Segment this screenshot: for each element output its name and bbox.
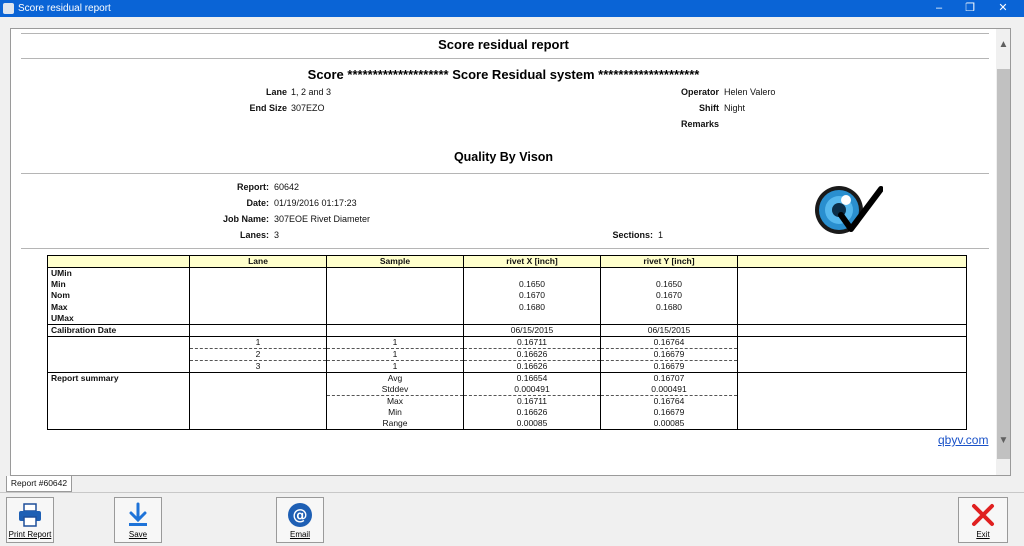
divider bbox=[21, 173, 989, 174]
table-row: UMax bbox=[47, 312, 967, 325]
summary-row: Range 0.00085 0.00085 bbox=[47, 418, 967, 431]
system-title: Score ******************** Score Residua… bbox=[307, 67, 700, 82]
measurement-table: Lane Sample rivet X [inch] rivet Y [inch… bbox=[47, 255, 967, 431]
header-rivet-y: rivet Y [inch] bbox=[600, 255, 738, 268]
email-at-icon: @ bbox=[288, 503, 312, 527]
title-bar: Score residual report – ❐ ✕ bbox=[0, 0, 1024, 17]
header-lane: Lane bbox=[189, 255, 327, 268]
summary-row: Min 0.16626 0.16679 bbox=[47, 406, 967, 419]
sections-label: Sections: bbox=[612, 230, 653, 240]
email-label: Email bbox=[289, 530, 310, 539]
job-name-value: 307EOE Rivet Diameter bbox=[274, 214, 371, 224]
exit-label: Exit bbox=[976, 530, 990, 539]
email-button[interactable]: @ Email bbox=[276, 497, 324, 543]
remarks-label: Remarks bbox=[680, 119, 719, 129]
table-row: 3 1 0.16626 0.16679 bbox=[47, 359, 967, 373]
end-size-label: End Size bbox=[249, 103, 287, 113]
table-row: 1 1 0.16711 0.16764 bbox=[47, 335, 967, 349]
calibration-row: Calibration Date 06/15/2015 06/15/2015 bbox=[47, 323, 967, 337]
header-sample: Sample bbox=[326, 255, 464, 268]
report-title: Score residual report bbox=[438, 37, 569, 52]
report-number-value: 60642 bbox=[274, 182, 300, 192]
save-label: Save bbox=[128, 530, 148, 539]
minimize-button[interactable]: – bbox=[924, 0, 954, 17]
table-row: Max 0.1680 0.1680 bbox=[47, 301, 967, 313]
divider bbox=[0, 492, 1024, 493]
tab-report[interactable]: Report #60642 bbox=[6, 476, 72, 492]
save-button[interactable]: Save bbox=[114, 497, 162, 543]
lane-value: 1, 2 and 3 bbox=[291, 87, 332, 97]
quality-eye-logo bbox=[815, 186, 883, 234]
summary-row: Max 0.16711 0.16764 bbox=[47, 394, 967, 407]
table-row: Nom 0.1670 0.1670 bbox=[47, 290, 967, 302]
printer-icon bbox=[19, 503, 41, 527]
table-header-row: Lane Sample rivet X [inch] rivet Y [inch… bbox=[47, 255, 967, 268]
report-number-label: Report: bbox=[237, 182, 269, 192]
print-report-label: Print Report bbox=[8, 530, 52, 539]
restore-button[interactable]: ❐ bbox=[955, 0, 985, 17]
divider bbox=[21, 58, 989, 59]
table-row: Min 0.1650 0.1650 bbox=[47, 279, 967, 291]
summary-row: Stddev 0.000491 0.000491 bbox=[47, 383, 967, 396]
date-label: Date: bbox=[246, 198, 269, 208]
shift-label: Shift bbox=[699, 103, 719, 113]
header-extra bbox=[737, 255, 967, 268]
date-value: 01/19/2016 01:17:23 bbox=[274, 198, 357, 208]
vertical-scrollbar[interactable]: ▲ ▼ bbox=[996, 29, 1010, 475]
app-icon bbox=[3, 3, 14, 14]
operator-value: Helen Valero bbox=[724, 87, 776, 97]
divider bbox=[21, 248, 989, 249]
operator-label: Operator bbox=[680, 87, 719, 97]
window-title: Score residual report bbox=[18, 3, 111, 14]
scroll-down-icon[interactable]: ▼ bbox=[996, 435, 1010, 446]
svg-text:@: @ bbox=[293, 506, 308, 524]
table-row: 2 1 0.16626 0.16679 bbox=[47, 347, 967, 361]
download-icon bbox=[129, 502, 147, 526]
sections-value: 1 bbox=[658, 230, 664, 240]
exit-x-icon bbox=[972, 504, 994, 526]
qbv-title: Quality By Vison bbox=[453, 150, 554, 164]
scrollbar-thumb[interactable] bbox=[997, 69, 1010, 459]
divider bbox=[21, 33, 989, 34]
print-report-button[interactable]: Print Report bbox=[6, 497, 54, 543]
header-blank bbox=[47, 255, 190, 268]
end-size-value: 307EZO bbox=[291, 103, 325, 113]
header-rivet-x: rivet X [inch] bbox=[463, 255, 601, 268]
report-viewer: Score residual report Score ************… bbox=[10, 28, 1011, 476]
lanes-label: Lanes: bbox=[239, 230, 269, 240]
summary-row: Report summary Avg 0.16654 0.16707 bbox=[47, 371, 967, 384]
scroll-up-icon[interactable]: ▲ bbox=[996, 39, 1010, 50]
shift-value: Night bbox=[724, 103, 746, 113]
table-row: UMin bbox=[47, 267, 967, 279]
qbyv-link[interactable]: qbyv.com bbox=[938, 433, 988, 447]
lanes-value: 3 bbox=[274, 230, 280, 240]
close-button[interactable]: ✕ bbox=[988, 0, 1018, 17]
job-name-label: Job Name: bbox=[222, 214, 269, 224]
lane-label: Lane bbox=[265, 87, 287, 97]
exit-button[interactable]: Exit bbox=[958, 497, 1008, 543]
